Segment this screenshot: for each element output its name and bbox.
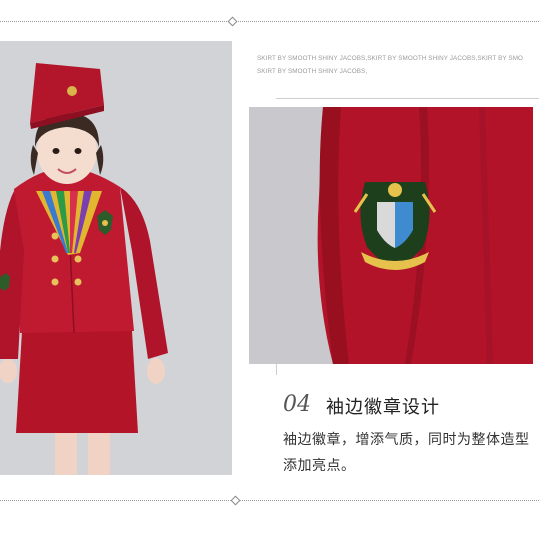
top-divider-diamond-icon: [227, 16, 238, 27]
top-divider: [0, 21, 539, 22]
product-photo-girl-uniform: [0, 41, 232, 475]
bottom-divider: [0, 500, 539, 501]
girl-uniform-illustration: [0, 41, 232, 475]
sleeve-badge-illustration: [249, 107, 533, 364]
bottom-divider-diamond-icon: [230, 495, 241, 506]
photo-frame-line-top: [276, 98, 539, 99]
product-photo-sleeve-badge: [249, 107, 533, 364]
feature-description: 袖边徽章，增添气质，同时为整体造型添加亮点。: [283, 432, 530, 474]
feature-title: 袖边徽章设计: [326, 397, 440, 418]
feature-number: 04: [283, 392, 311, 417]
photo-frame-line-bottom: [276, 364, 277, 375]
decorative-english-caption: SKIRT BY SMOOTH SHINY JACOBS,SKIRT BY SM…: [257, 55, 524, 75]
